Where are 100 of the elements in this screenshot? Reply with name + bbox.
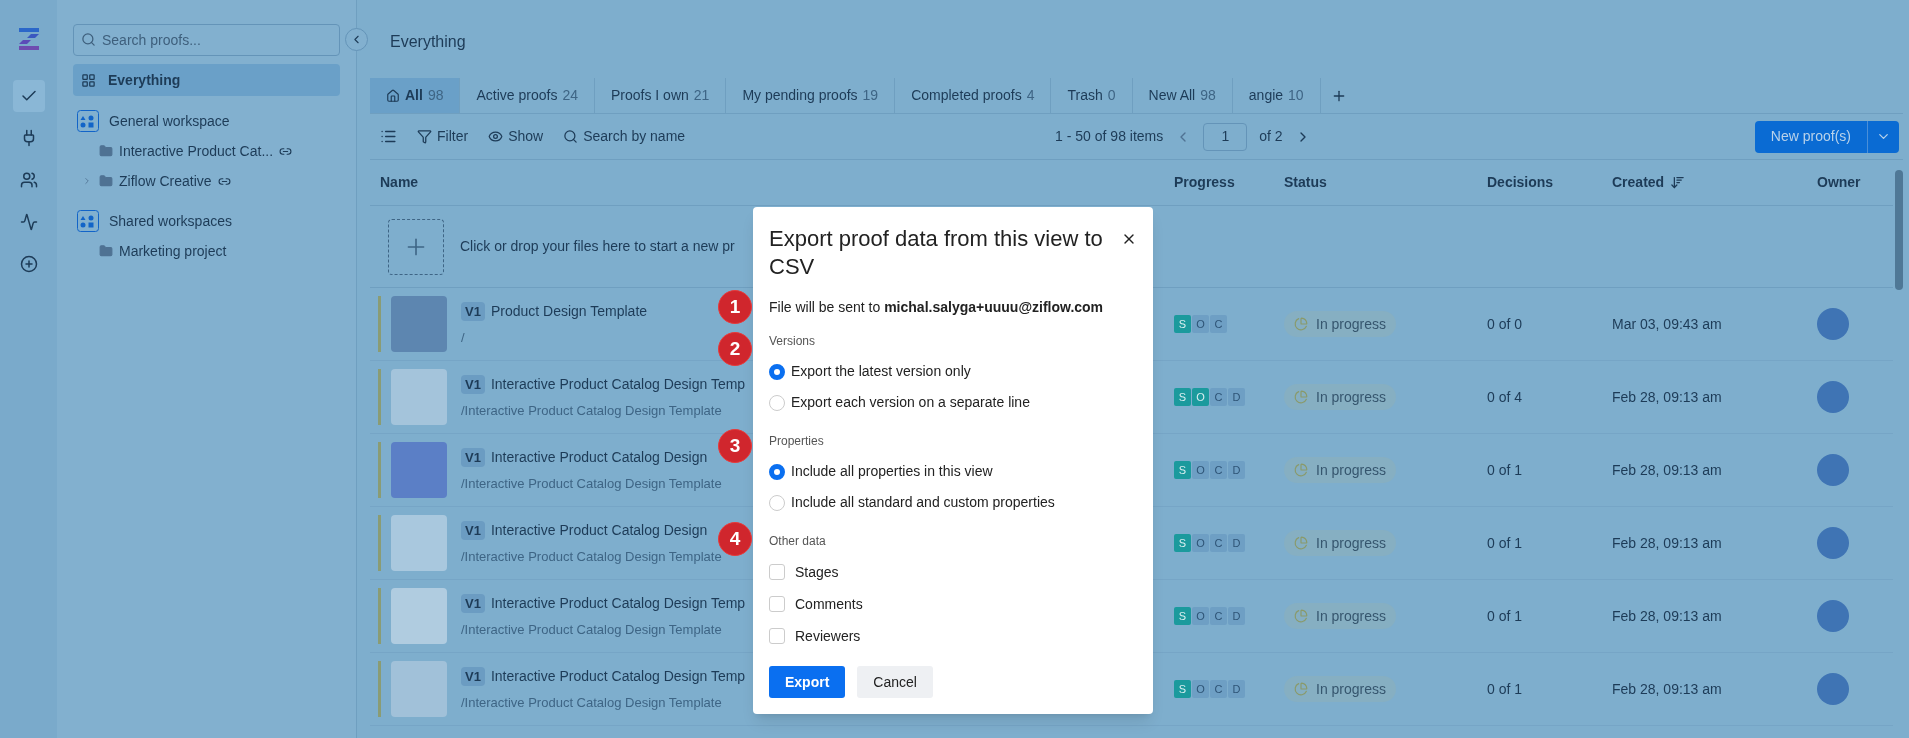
view-tab[interactable]: Trash 0	[1051, 78, 1133, 113]
show-button[interactable]: Show	[488, 126, 544, 147]
view-tab[interactable]: New All 98	[1132, 78, 1233, 113]
search-by-name-button[interactable]: Search by name	[563, 126, 686, 147]
view-tab[interactable]: All 98	[370, 78, 461, 113]
proof-title[interactable]: Interactive Product Catalog Design Temp	[490, 373, 746, 395]
numbered-callout: 1	[718, 290, 752, 324]
thumbnail-placeholder	[391, 661, 447, 717]
option-label[interactable]: Include all standard and custom properties	[791, 492, 1055, 513]
shapes-icon	[77, 110, 99, 132]
folder-item[interactable]: Interactive Product Cat...	[119, 140, 274, 162]
nav-rail-button[interactable]	[12, 80, 45, 112]
grid-icon	[81, 72, 96, 88]
cancel-button[interactable]: Cancel	[857, 666, 933, 698]
search-icon	[563, 129, 579, 144]
created-date: Mar 03, 09:43 am	[1611, 314, 1723, 334]
page-field[interactable]: 1	[1203, 122, 1248, 151]
created-date: Feb 28, 09:13 am	[1611, 606, 1723, 626]
add-circle-icon	[19, 255, 38, 273]
avatar	[1817, 673, 1849, 705]
page-count: of 2	[1259, 127, 1283, 146]
export-button[interactable]: Export	[769, 666, 846, 698]
pie-icon	[1294, 317, 1308, 331]
search-field[interactable]: Search proofs...	[73, 24, 340, 56]
view-tab[interactable]: My pending proofs 19	[726, 78, 896, 113]
stage-marker: O	[1192, 680, 1209, 698]
created-date: Feb 28, 09:13 am	[1611, 387, 1723, 407]
users-icon	[19, 171, 38, 189]
logo-icon	[16, 28, 41, 50]
folder-item[interactable]: Marketing project	[119, 240, 227, 262]
option-label[interactable]: Include all properties in this view	[791, 461, 993, 482]
caret-icon[interactable]	[82, 176, 92, 186]
proof-title[interactable]: Product Design Template	[490, 300, 648, 322]
proof-path: /Interactive Product Catalog Design Template	[461, 620, 723, 639]
stage-marker: S	[1174, 680, 1191, 698]
proof-title[interactable]: Interactive Product Catalog Design	[490, 446, 708, 468]
checkbox[interactable]	[769, 628, 785, 644]
proof-title[interactable]: Interactive Product Catalog Design	[490, 519, 708, 541]
column-header[interactable]: Status	[1284, 172, 1327, 193]
list-icon[interactable]	[380, 128, 397, 145]
stage-marker: C	[1210, 607, 1227, 625]
folder-item[interactable]: Ziflow Creative	[119, 170, 212, 192]
filter-button[interactable]: Filter	[417, 126, 469, 147]
folder-icon	[99, 144, 113, 158]
column-header[interactable]: Owner	[1817, 172, 1861, 193]
thumbnail-placeholder	[391, 588, 447, 644]
option-label[interactable]: Comments	[795, 593, 863, 615]
radio-button[interactable]	[769, 363, 785, 380]
numbered-callout: 3	[718, 429, 752, 463]
avatar	[1817, 454, 1849, 486]
stage-marker: C	[1210, 388, 1227, 406]
status-pill: In progress	[1284, 676, 1397, 702]
stage-marker: D	[1228, 388, 1245, 406]
group-label: Other data	[769, 533, 827, 550]
stage-marker: O	[1192, 534, 1209, 552]
column-header[interactable]: Name	[380, 172, 419, 193]
option-label[interactable]: Export the latest version only	[791, 361, 971, 382]
option-label[interactable]: Export each version on a separate line	[791, 392, 1030, 413]
view-tab[interactable]: Proofs I own 21	[595, 78, 727, 113]
sort-icon[interactable]	[1670, 175, 1686, 190]
version-tag: V1	[461, 374, 485, 394]
stage-marker: C	[1210, 534, 1227, 552]
stage-marker: D	[1228, 680, 1245, 698]
collapse-sidebar-button[interactable]	[345, 28, 368, 51]
column-header[interactable]: Progress	[1174, 172, 1235, 193]
group-label: Versions	[769, 333, 817, 350]
dialog-title: Export proof data from this view to CSV	[769, 225, 1104, 281]
view-tab[interactable]: Completed proofs 4	[895, 78, 1052, 113]
option-label[interactable]: Stages	[795, 561, 839, 583]
view-tab[interactable]: Active proofs 24	[460, 78, 595, 113]
pie-icon	[1294, 463, 1308, 477]
column-header[interactable]: Decisions	[1487, 172, 1554, 193]
upload-drop-zone[interactable]	[388, 218, 444, 275]
proof-title[interactable]: Interactive Product Catalog Design Temp	[490, 592, 746, 614]
workspace-name[interactable]: General workspace	[109, 110, 230, 132]
shapes-icon	[77, 210, 99, 232]
checkbox[interactable]	[769, 564, 785, 580]
workspace-name[interactable]: Shared workspaces	[109, 210, 232, 232]
decisions-count: 0 of 1	[1486, 679, 1524, 699]
stage-marker: C	[1210, 461, 1227, 479]
search-icon	[81, 32, 96, 47]
status-bar	[378, 588, 381, 644]
pie-icon	[1294, 390, 1308, 404]
radio-button[interactable]	[769, 463, 785, 480]
stage-marker: O	[1192, 461, 1209, 479]
upload-hint: Click or drop your files here to start a new pr	[460, 237, 735, 256]
checkbox[interactable]	[769, 596, 785, 612]
page-title: Everything	[389, 32, 467, 52]
created-date: Feb 28, 09:13 am	[1611, 679, 1723, 699]
version-tag: V1	[461, 301, 485, 321]
status-bar	[378, 369, 381, 425]
status-bar	[378, 661, 381, 717]
pie-icon	[1294, 609, 1308, 623]
sidebar-item[interactable]: Everything	[73, 64, 340, 96]
status-bar	[378, 515, 381, 571]
proof-title[interactable]: Interactive Product Catalog Design Temp	[490, 665, 746, 687]
column-header[interactable]: Created	[1612, 172, 1665, 193]
numbered-callout: 2	[718, 332, 752, 366]
option-label[interactable]: Reviewers	[795, 625, 861, 647]
view-tab[interactable]: angie 10	[1232, 78, 1321, 113]
